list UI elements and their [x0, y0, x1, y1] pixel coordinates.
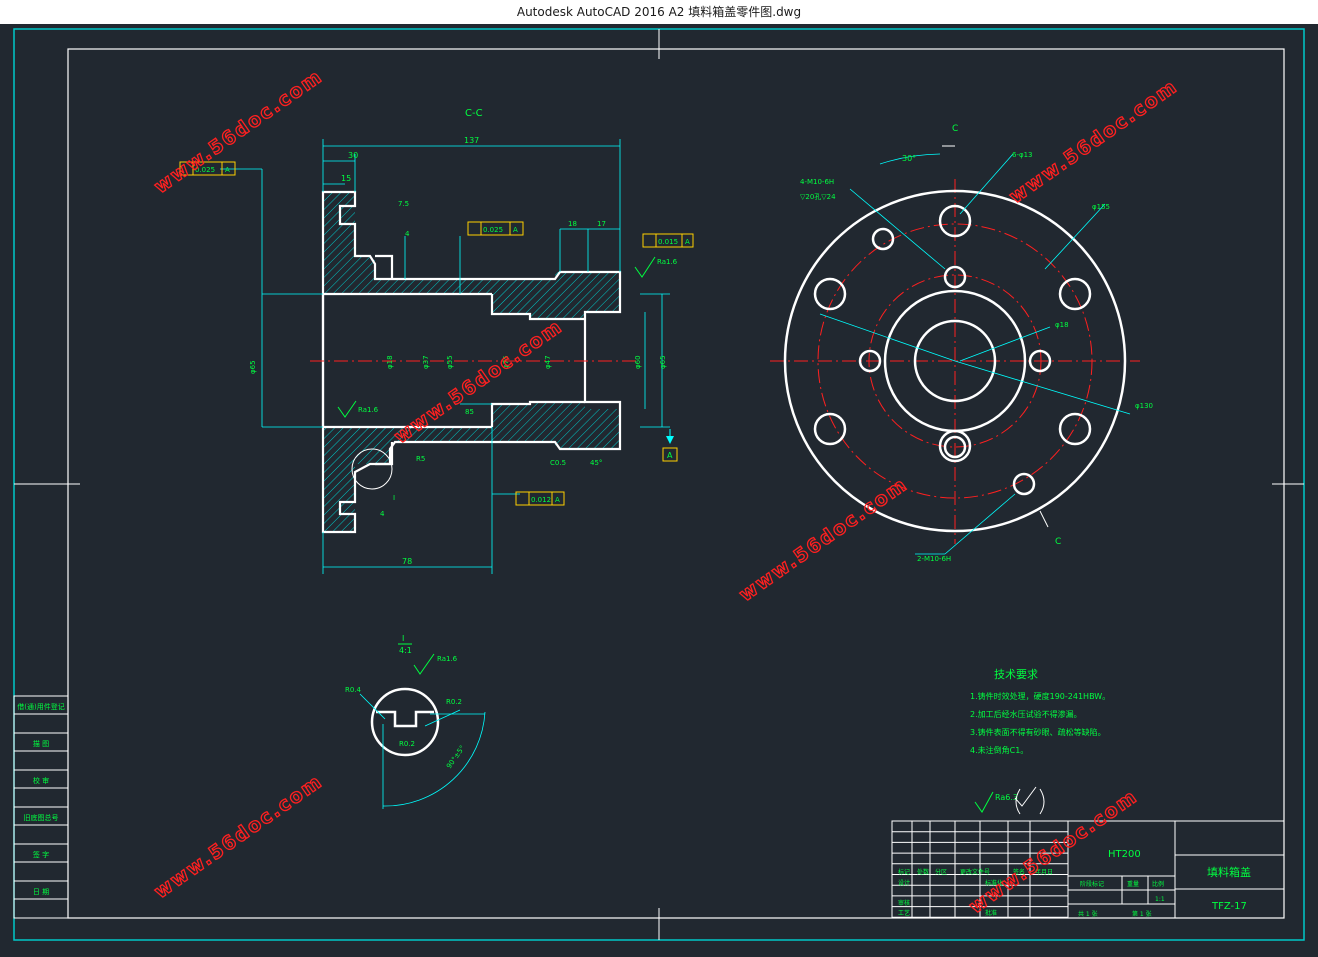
svg-text:分区: 分区	[935, 868, 947, 876]
svg-text:30°: 30°	[902, 154, 916, 163]
svg-text:重量: 重量	[1127, 880, 1139, 888]
bolt-hole	[813, 412, 847, 446]
svg-text:85: 85	[465, 408, 474, 416]
svg-text:I: I	[402, 634, 404, 643]
svg-text:R0.4: R0.4	[345, 686, 362, 694]
section-view: C-C 30 137 15 7.5 4 18 17 78 R5 C0.5 45°…	[179, 108, 694, 574]
svg-text:更改文件号: 更改文件号	[960, 868, 990, 876]
tech-requirements: 技术要求 1.铸件时效处理，硬度190-241HBW。 2.加工后经水压试验不得…	[970, 668, 1110, 815]
svg-text:C: C	[1055, 537, 1061, 547]
svg-text:3.铸件表面不得有砂眼、疏松等缺陷。: 3.铸件表面不得有砂眼、疏松等缺陷。	[970, 727, 1106, 737]
svg-text:45°: 45°	[590, 459, 602, 467]
material: HT200	[1108, 849, 1141, 860]
side-table-cell: 描 图	[33, 739, 49, 748]
threaded-hole	[1012, 472, 1036, 496]
svg-text:A: A	[667, 451, 673, 460]
section-detail-mark: I	[393, 494, 395, 502]
side-table-cell: 旧底图总号	[24, 813, 59, 822]
svg-text:Ra1.6: Ra1.6	[358, 406, 379, 414]
watermark-text: www.56doc.com	[1005, 75, 1182, 208]
svg-text:处数: 处数	[917, 868, 929, 876]
window-title: Autodesk AutoCAD 2016 A2 填料箱盖零件图.dwg	[0, 0, 1318, 24]
svg-text:0.025: 0.025	[483, 226, 503, 234]
svg-text:18: 18	[568, 220, 577, 228]
svg-text:阶段标记: 阶段标记	[1080, 880, 1104, 888]
svg-text:R0.2: R0.2	[446, 698, 462, 706]
svg-text:Ra6.3: Ra6.3	[995, 793, 1018, 802]
svg-text:A: A	[225, 166, 230, 174]
svg-text:1:1: 1:1	[1155, 896, 1165, 903]
cad-drawing: C-C 30 137 15 7.5 4 18 17 78 R5 C0.5 45°…	[13, 28, 1305, 941]
side-table-cell: 日 期	[33, 888, 49, 896]
svg-text:Ra1.6: Ra1.6	[437, 655, 458, 663]
svg-text:1.铸件时效处理，硬度190-241HBW。: 1.铸件时效处理，硬度190-241HBW。	[970, 691, 1110, 701]
svg-text:C: C	[952, 124, 958, 134]
svg-text:C0.5: C0.5	[550, 459, 566, 467]
side-table-cell: 借(通)用件登记	[17, 702, 64, 711]
svg-text:A: A	[513, 226, 518, 234]
svg-text:审核: 审核	[898, 899, 910, 907]
watermarks: www.56doc.com www.56doc.com www.56doc.com w…	[150, 65, 1183, 919]
svg-text:▽20孔▽24: ▽20孔▽24	[800, 193, 836, 201]
side-table-cell: 校 审	[33, 776, 49, 785]
svg-text:90°±5°: 90°±5°	[445, 744, 467, 770]
diameter-label: φ60	[634, 355, 642, 369]
svg-text:17: 17	[597, 220, 606, 228]
svg-text:设计: 设计	[898, 879, 910, 887]
svg-text:共 1 张: 共 1 张	[1078, 910, 1098, 918]
svg-text:比例: 比例	[1152, 880, 1164, 888]
svg-text:78: 78	[402, 557, 412, 566]
diameter-label: φ65	[659, 355, 667, 369]
svg-text:第 1 张: 第 1 张	[1132, 910, 1152, 918]
drawing-canvas[interactable]: C-C 30 137 15 7.5 4 18 17 78 R5 C0.5 45°…	[0, 24, 1318, 953]
svg-text:4:1: 4:1	[399, 646, 412, 655]
drawing-number: TFZ-17	[1211, 901, 1247, 912]
end-view: C C 30° 6-φ13 4-M10-6H ▽20孔▽24 φ155 φ18 …	[770, 124, 1153, 563]
hatch-bottom	[323, 402, 620, 532]
part-outline	[321, 190, 622, 534]
svg-text:7.5: 7.5	[398, 200, 409, 208]
bolt-hole	[1058, 412, 1092, 446]
svg-text:2-M10-6H: 2-M10-6H	[917, 555, 951, 563]
svg-text:φ155: φ155	[1092, 203, 1110, 211]
svg-text:A: A	[685, 238, 690, 246]
svg-text:0.012: 0.012	[531, 496, 551, 504]
watermark-text: www.56doc.com	[150, 65, 327, 198]
side-table-cell: 签 字	[33, 850, 49, 859]
svg-text:技术要求: 技术要求	[994, 668, 1038, 681]
svg-text:137: 137	[464, 136, 479, 145]
svg-text:标记: 标记	[898, 868, 910, 876]
svg-text:15: 15	[341, 174, 351, 183]
side-table: 借(通)用件登记描 图校 审旧底图总号签 字日 期	[13, 695, 69, 919]
inner-border	[67, 48, 1285, 919]
diameter-label: φ18	[386, 355, 394, 369]
svg-text:R0.2: R0.2	[399, 740, 415, 748]
svg-text:φ130: φ130	[1135, 402, 1153, 410]
svg-text:30: 30	[348, 151, 358, 160]
svg-text:φ18: φ18	[1055, 321, 1069, 329]
section-label: C-C	[465, 108, 483, 119]
svg-text:4: 4	[405, 230, 410, 238]
groove-top	[375, 254, 394, 279]
diameter-label: φ37	[422, 355, 430, 369]
svg-text:A: A	[555, 496, 560, 504]
svg-text:4.未注倒角C1。: 4.未注倒角C1。	[970, 745, 1028, 755]
svg-text:4-M10-6H: 4-M10-6H	[800, 178, 834, 186]
svg-text:0.015: 0.015	[658, 238, 678, 246]
watermark-text: www.56doc.com	[735, 473, 912, 606]
diameter-label: φ47	[544, 355, 552, 369]
svg-text:2.加工后经水压试验不得渗漏。: 2.加工后经水压试验不得渗漏。	[970, 709, 1082, 719]
watermark-text: www.56doc.com	[150, 770, 327, 903]
svg-text:R5: R5	[416, 455, 425, 463]
svg-text:6-φ13: 6-φ13	[1012, 151, 1033, 159]
bolt-hole	[1058, 277, 1092, 311]
svg-text:4: 4	[380, 510, 385, 518]
part-name: 填料箱盖	[1207, 865, 1251, 879]
svg-text:Ra1.6: Ra1.6	[657, 258, 678, 266]
threaded-hole	[871, 227, 895, 251]
svg-text:工艺: 工艺	[898, 909, 910, 917]
detail-view: I 4:1 Ra1.6 R0.4 R0.2 R0.2 90°±5°	[345, 634, 486, 809]
diameter-label: φ55	[446, 355, 454, 369]
diameter-label: φ65	[249, 360, 257, 374]
